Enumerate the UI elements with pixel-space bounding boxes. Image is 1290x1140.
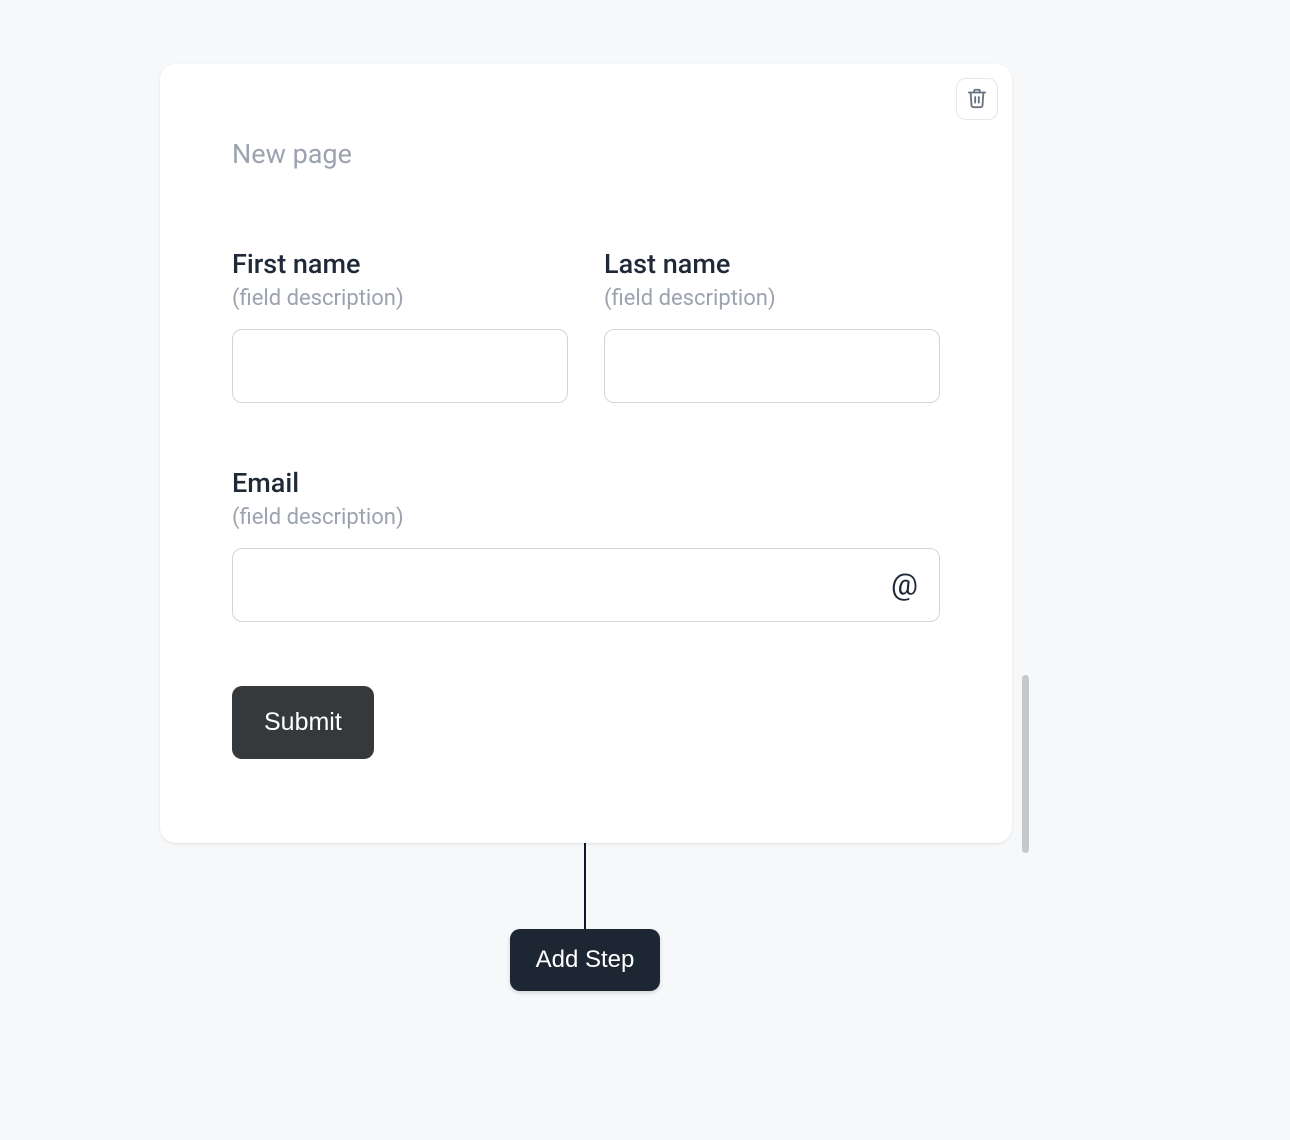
field-email: Email (field description) @ — [232, 467, 940, 622]
form-page-card: New page First name (field description) … — [160, 64, 1012, 843]
field-first-name: First name (field description) — [232, 248, 568, 403]
step-connector-line — [584, 843, 586, 929]
email-input-wrap: @ — [232, 548, 940, 622]
last-name-input[interactable] — [604, 329, 940, 403]
first-name-description[interactable]: (field description) — [232, 286, 568, 311]
fields-row: First name (field description) Last name… — [232, 248, 940, 403]
trash-icon — [966, 87, 988, 112]
email-label[interactable]: Email — [232, 467, 940, 499]
add-step-button-label: Add Step — [536, 946, 635, 974]
first-name-label[interactable]: First name — [232, 248, 568, 280]
delete-page-button[interactable] — [956, 78, 998, 120]
submit-button[interactable]: Submit — [232, 686, 374, 759]
page-title[interactable]: New page — [232, 138, 940, 170]
last-name-description[interactable]: (field description) — [604, 286, 940, 311]
email-input[interactable] — [232, 548, 940, 622]
field-last-name: Last name (field description) — [604, 248, 940, 403]
last-name-label[interactable]: Last name — [604, 248, 940, 280]
submit-button-label: Submit — [264, 708, 342, 737]
vertical-scrollbar[interactable] — [1022, 675, 1029, 853]
first-name-input[interactable] — [232, 329, 568, 403]
add-step-button[interactable]: Add Step — [510, 929, 660, 991]
email-description[interactable]: (field description) — [232, 505, 940, 530]
